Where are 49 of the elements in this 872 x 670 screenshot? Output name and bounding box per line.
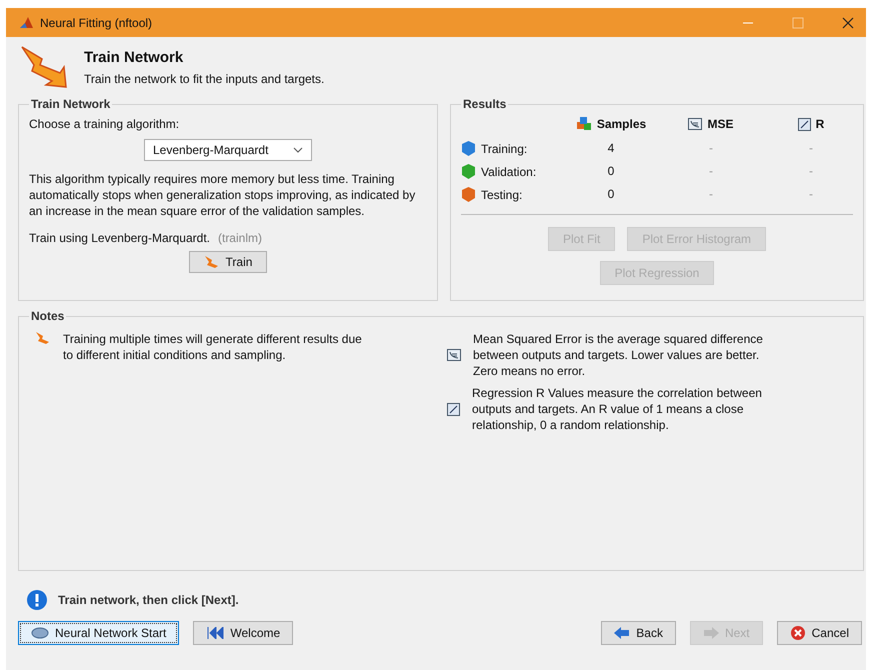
cubes-icon <box>576 117 592 131</box>
nav-button[interactable]: Cancel <box>776 621 862 645</box>
chart-curve-icon <box>447 349 461 361</box>
page-title: Train Network <box>84 49 184 66</box>
page-subtitle: Train the network to fit the inputs and targets. <box>84 72 324 86</box>
r-value: - <box>809 164 813 179</box>
panel-title: Results <box>462 97 508 111</box>
maximize-icon[interactable] <box>792 16 804 28</box>
regression-line-icon <box>447 402 460 416</box>
function-name: (trainlm) <box>218 231 262 245</box>
rewind-icon <box>206 627 224 639</box>
close-icon[interactable] <box>842 16 854 28</box>
note-text: Regression R Values measure the correlation between outputs and targets. An R value of 1 means a close relationship, 0 a random relationship. <box>472 385 763 433</box>
panel-title: Train Network <box>30 97 112 111</box>
r-value: - <box>809 141 813 156</box>
mse-value: - <box>709 164 713 179</box>
row-label: Training: <box>461 141 561 156</box>
panel-title: Notes <box>30 309 66 323</box>
peak-logo-icon <box>20 16 34 28</box>
r-value: - <box>809 187 813 202</box>
note-text: Training multiple times will generate different results due to different initial conditions and sampling. <box>63 331 363 363</box>
chart-curve-icon <box>688 118 702 130</box>
algorithm-prompt: Choose a training algorithm: <box>29 117 180 131</box>
note-text: Mean Squared Error is the average squared difference between outputs and targets. Lower values are better. Zero means no error. <box>473 331 764 379</box>
algorithm-description: This algorithm typically requires more memory but less time. Training automatically stops when generalization stops improving, as indicated by an increase in the mean square error of the validation samples. <box>29 171 416 219</box>
mse-value: - <box>709 141 713 156</box>
window-title: Neural Fitting (nftool) <box>40 16 152 30</box>
algorithm-dropdown[interactable]: Levenberg-Marquardt <box>144 139 312 161</box>
column-header: Samples <box>576 117 646 131</box>
train-button[interactable]: Train <box>189 251 267 273</box>
nav-button[interactable]: Welcome <box>193 621 294 645</box>
info-icon <box>26 589 48 611</box>
chevron-down-icon <box>293 147 303 153</box>
right-arrow-icon <box>702 627 719 639</box>
column-header: R <box>798 117 824 131</box>
status-message: Train network, then click [Next]. <box>58 593 239 607</box>
samples-value: 0 <box>608 164 614 179</box>
samples-value: 0 <box>608 187 614 202</box>
samples-value: 4 <box>608 141 614 156</box>
column-header: MSE <box>688 117 734 131</box>
train-using-text: Train using Levenberg-Marquardt. <box>29 231 210 245</box>
mse-value: - <box>709 187 713 202</box>
regression-line-icon <box>798 118 811 130</box>
row-label: Validation: <box>461 164 561 179</box>
row-label: Testing: <box>461 187 561 202</box>
nav-button[interactable]: Neural Network Start <box>18 621 180 645</box>
nav-button[interactable]: Back <box>601 621 676 645</box>
left-arrow-icon <box>614 627 630 639</box>
cancel-icon <box>790 625 806 641</box>
